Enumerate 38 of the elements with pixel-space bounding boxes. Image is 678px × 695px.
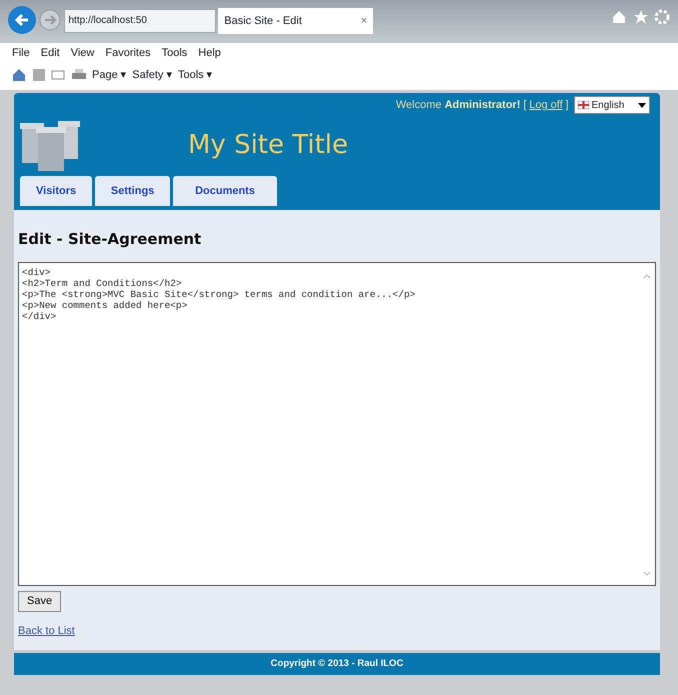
code-editor[interactable]: <div> <h2>Term and Conditions</h2> <p>The <strong>MVC Basic Site</strong> terms and condition are...</p> <p>New comments added here<p> </div> xyxy=(18,262,656,586)
bracket-text: ] xyxy=(565,98,568,113)
feed-icon[interactable] xyxy=(32,68,46,82)
site-title: My Site Title xyxy=(188,128,348,162)
command-menu[interactable]: Tools ▾ xyxy=(178,67,213,84)
forward-icon[interactable] xyxy=(38,8,61,31)
code-line: <p>New comments added here<p> xyxy=(22,300,188,310)
browser-tab[interactable]: Basic Site - Edit × xyxy=(218,8,374,34)
menu-item[interactable]: Edit xyxy=(40,45,60,62)
language-select[interactable]: English xyxy=(574,96,650,114)
back-link[interactable]: Back to List xyxy=(18,624,75,636)
code-line: </div> xyxy=(22,310,56,322)
address-bar[interactable]: http://localhost:50 xyxy=(64,8,216,33)
home-icon[interactable] xyxy=(611,8,627,25)
star-icon[interactable] xyxy=(632,8,648,25)
home-icon[interactable] xyxy=(12,68,26,82)
menu-item[interactable]: View xyxy=(70,45,94,62)
welcome-text: Welcome Administrator! [ xyxy=(396,98,526,113)
nav-tab[interactable]: Visitors xyxy=(20,176,92,206)
code-line: <h2>Term and Conditions</h2> xyxy=(22,278,182,288)
menu-item[interactable]: File xyxy=(12,45,30,62)
save-button[interactable]: Save xyxy=(18,591,62,612)
flag-icon xyxy=(578,101,589,109)
nav-tab[interactable]: Documents xyxy=(173,176,277,206)
nav-tab[interactable]: Settings xyxy=(94,176,170,206)
menu-item[interactable]: Favorites xyxy=(105,45,151,62)
copyright-text: Copyright © 2013 - Raul ILOC xyxy=(270,656,404,671)
menu-item[interactable]: Help xyxy=(198,45,221,62)
page-heading: Edit - Site-Agreement xyxy=(18,229,202,250)
command-menu[interactable]: Safety ▾ xyxy=(132,67,172,84)
code-line: <p>The <strong>MVC Basic Site</strong> terms and condition are...</p> xyxy=(22,288,416,300)
back-icon[interactable] xyxy=(8,6,36,34)
mail-icon[interactable] xyxy=(51,68,65,82)
command-menu[interactable]: Page ▾ xyxy=(92,67,127,84)
code-line: <div> xyxy=(22,266,51,278)
close-icon[interactable]: × xyxy=(360,12,368,30)
caret-icon[interactable] xyxy=(638,102,646,108)
menu-item[interactable]: Tools xyxy=(162,45,188,62)
